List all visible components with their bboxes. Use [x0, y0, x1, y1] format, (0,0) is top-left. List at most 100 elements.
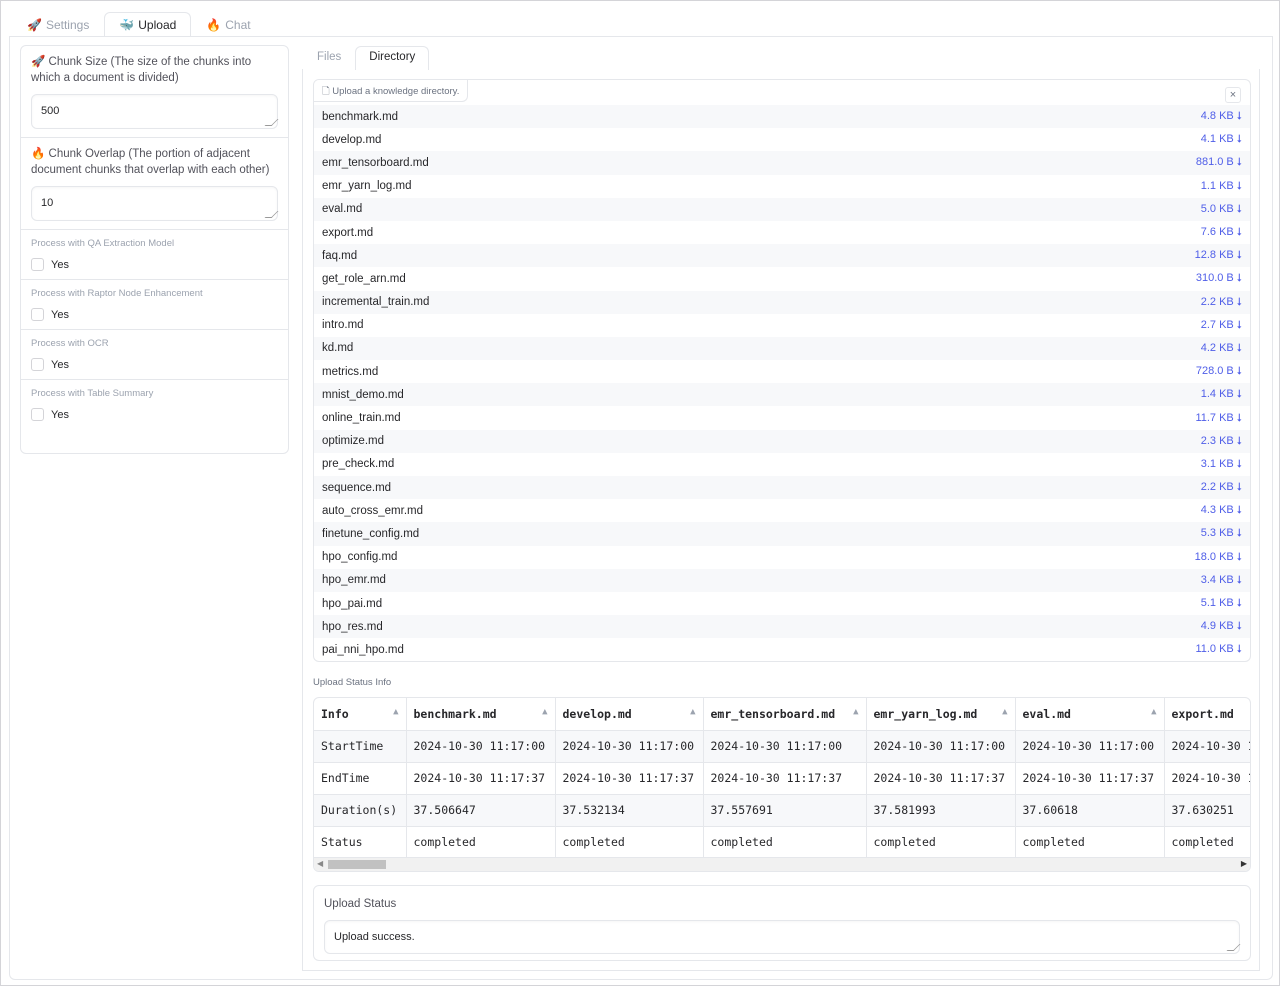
file-row: get_role_arn.md 310.0 B ⭣ [314, 267, 1250, 290]
checkbox[interactable] [31, 358, 44, 371]
file-download-link[interactable]: 881.0 B ⭣ [1196, 156, 1242, 169]
option-checkbox[interactable]: Yes [31, 308, 278, 321]
column-header[interactable]: Info ▲ [314, 698, 407, 731]
option-label: Process with OCR [31, 338, 109, 349]
file-download-link[interactable]: 3.4 KB ⭣ [1201, 574, 1242, 587]
file-size: 5.1 KB [1200, 597, 1234, 610]
table-cell: 2024-10-30 11:17:37 [1164, 762, 1250, 795]
file-size: 4.2 KB [1200, 341, 1234, 354]
file-download-link[interactable]: 2.7 KB ⭣ [1201, 319, 1242, 332]
download-icon: ⭣ [1236, 550, 1242, 563]
column-header[interactable]: emr_tensorboard.md ▲ [703, 698, 867, 731]
file-download-link[interactable]: 1.4 KB ⭣ [1201, 388, 1242, 401]
tab-settings[interactable]: 🚀 Settings [12, 12, 104, 37]
scroll-right-icon[interactable]: ▶ [1241, 859, 1247, 868]
file-download-link[interactable]: 728.0 B ⭣ [1196, 365, 1242, 378]
file-download-link[interactable]: 4.9 KB ⭣ [1201, 620, 1242, 633]
file-download-link[interactable]: 2.2 KB ⭣ [1201, 296, 1242, 309]
upload-mode-tabs: Files Directory [303, 46, 430, 70]
sort-icon[interactable]: ▲ [1002, 707, 1007, 717]
table-cell: 2024-10-30 11:17:00 [866, 730, 1016, 763]
file-size: 728.0 B [1195, 365, 1234, 378]
resize-handle[interactable] [264, 211, 279, 218]
file-download-link[interactable]: 12.8 KB ⭣ [1195, 249, 1242, 262]
checkbox-label: Yes [51, 358, 69, 371]
sort-icon[interactable]: ▲ [853, 707, 858, 717]
column-header[interactable]: develop.md ▲ [555, 698, 704, 731]
tab-upload[interactable]: 🐳 Upload [104, 12, 192, 37]
file-download-link[interactable]: 3.1 KB ⭣ [1201, 458, 1242, 471]
option-block: Process with Table Summary Yes [21, 380, 288, 429]
file-row: eval.md 5.0 KB ⭣ [314, 197, 1250, 221]
column-header[interactable]: emr_yarn_log.md ▲ [866, 698, 1016, 731]
option-block: Process with QA Extraction Model Yes [21, 230, 288, 280]
label-text: Chunk Size (The size of the chunks into … [31, 56, 252, 84]
file-download-link[interactable]: 11.0 KB ⭣ [1195, 643, 1242, 656]
upload-status-info-label: Upload Status Info [313, 677, 392, 688]
sort-icon[interactable]: ▲ [690, 707, 695, 717]
checkbox-label: Yes [51, 408, 69, 421]
chunk-overlap-input[interactable]: 10 [31, 186, 279, 221]
checkbox-label: Yes [51, 308, 69, 321]
tab-chat[interactable]: 🔥 Chat [191, 12, 265, 37]
file-row: hpo_emr.md 3.4 KB ⭣ [314, 568, 1250, 592]
file-download-link[interactable]: 5.0 KB ⭣ [1201, 203, 1242, 216]
file-download-link[interactable]: 4.2 KB ⭣ [1201, 342, 1242, 355]
table-cell: 2024-10-30 11:17:37 [1015, 762, 1165, 795]
option-checkbox[interactable]: Yes [31, 358, 278, 371]
checkbox[interactable] [31, 408, 44, 421]
file-download-link[interactable]: 7.6 KB ⭣ [1201, 226, 1242, 239]
table-cell: EndTime [314, 762, 407, 795]
upload-status-label: Upload Status [324, 898, 397, 910]
column-header[interactable]: eval.md ▲ [1015, 698, 1165, 731]
file-download-link[interactable]: 2.2 KB ⭣ [1201, 481, 1242, 494]
file-row: hpo_config.md 18.0 KB ⭣ [314, 546, 1250, 569]
table-cell: 2024-10-30 11:17:00 [1015, 730, 1165, 763]
sort-icon[interactable]: ▲ [1151, 707, 1156, 717]
file-name: develop.md [322, 133, 382, 146]
sort-icon[interactable]: ▲ [393, 707, 398, 717]
resize-handle[interactable] [1226, 944, 1241, 951]
file-name: metrics.md [322, 365, 379, 378]
chunk-size-input[interactable]: 500 [31, 94, 279, 129]
download-icon: ⭣ [1236, 481, 1242, 494]
file-size: 18.0 KB [1194, 550, 1234, 563]
file-row: faq.md 12.8 KB ⭣ [314, 244, 1250, 268]
file-download-link[interactable]: 18.0 KB ⭣ [1195, 551, 1242, 564]
main-tabs: 🚀 Settings 🐳 Upload 🔥 Chat [12, 12, 266, 37]
column-header[interactable]: benchmark.md ▲ [406, 698, 556, 731]
file-download-link[interactable]: 5.3 KB ⭣ [1201, 527, 1242, 540]
tab-files[interactable]: Files [303, 46, 355, 70]
directory-uploader[interactable]: 🗋 Upload a knowledge directory. × benchm… [313, 79, 1251, 662]
column-header[interactable]: export.md [1164, 698, 1250, 731]
file-name: intro.md [322, 319, 364, 332]
scrollbar-thumb[interactable] [328, 860, 386, 869]
file-download-link[interactable]: 5.1 KB ⭣ [1201, 597, 1242, 610]
scroll-left-icon[interactable]: ◀ [317, 859, 323, 868]
tab-directory[interactable]: Directory [355, 46, 430, 70]
option-checkbox[interactable]: Yes [31, 258, 278, 271]
file-download-link[interactable]: 2.3 KB ⭣ [1201, 435, 1242, 448]
file-download-link[interactable]: 1.1 KB ⭣ [1201, 180, 1242, 193]
file-download-link[interactable]: 11.7 KB ⭣ [1195, 412, 1242, 425]
file-icon: 🗋 [322, 86, 330, 97]
clear-button[interactable]: × [1225, 87, 1241, 103]
download-icon: ⭣ [1236, 457, 1242, 470]
file-download-link[interactable]: 310.0 B ⭣ [1196, 272, 1242, 285]
download-icon: ⭣ [1236, 156, 1242, 169]
file-size: 4.1 KB [1200, 133, 1234, 146]
file-size: 2.2 KB [1200, 295, 1234, 308]
table-row: Status completed completed completed complet… [314, 826, 1250, 859]
file-download-link[interactable]: 4.1 KB ⭣ [1201, 133, 1242, 146]
download-icon: ⭣ [1236, 318, 1242, 331]
resize-handle[interactable] [264, 119, 279, 126]
checkbox[interactable] [31, 308, 44, 321]
checkbox[interactable] [31, 258, 44, 271]
horizontal-scrollbar[interactable]: ◀ ▶ [314, 857, 1250, 871]
file-name: finetune_config.md [322, 527, 420, 540]
sort-icon[interactable]: ▲ [542, 707, 547, 717]
file-download-link[interactable]: 4.3 KB ⭣ [1201, 504, 1242, 517]
upload-status-output[interactable]: Upload success. [324, 920, 1241, 954]
option-checkbox[interactable]: Yes [31, 408, 278, 421]
file-download-link[interactable]: 4.8 KB ⭣ [1201, 110, 1242, 123]
